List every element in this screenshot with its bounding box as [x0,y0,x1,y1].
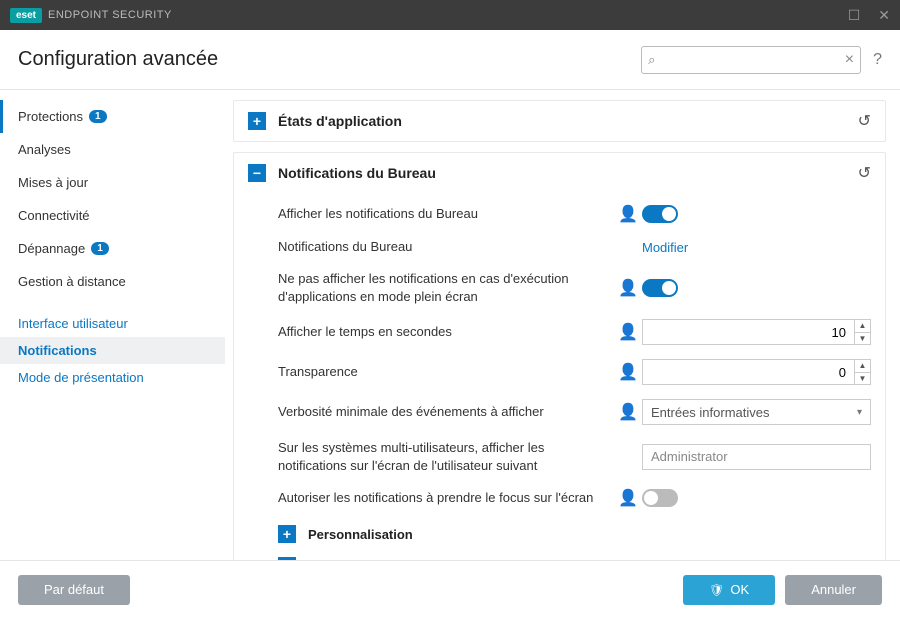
clear-search-icon[interactable]: × [845,51,854,69]
chevron-down-icon: ▾ [857,407,862,418]
maximize-icon[interactable]: ☐ [848,7,861,24]
row-config-notifications: Notifications du Bureau Modifier [278,231,871,263]
verbosity-select[interactable]: Entrées informatives ▾ [642,399,871,425]
window-controls: ☐ ✕ [848,7,890,24]
search-icon: ⌕ [648,52,655,68]
seconds-field[interactable] [643,325,854,340]
brand-logo: eset [10,8,42,23]
subsection-personalization: + Personnalisation [278,515,871,547]
transparency-field[interactable] [643,365,854,380]
cancel-button[interactable]: Annuler [785,575,882,605]
row-focus: Autoriser les notifications à prendre le… [278,481,871,515]
multiuser-input[interactable]: Administrator [642,444,871,470]
input-value: Administrator [651,449,728,464]
row-label: Sur les systèmes multi-utilisateurs, aff… [278,439,608,474]
subsection-forward-email: + Transférer vers l'adresse e-mail [278,547,871,560]
brand-text: ENDPOINT SECURITY [48,9,172,21]
reset-icon[interactable]: ↺ [858,111,871,131]
lock-icon: 👤 [618,488,634,508]
brand: eset ENDPOINT SECURITY [10,8,172,23]
sidebar-sub-label: Notifications [18,343,97,358]
titlebar: eset ENDPOINT SECURITY ☐ ✕ [0,0,900,30]
spin-down-icon[interactable]: ▼ [855,333,870,344]
lock-icon: 👤 [618,402,634,422]
panel-title: Notifications du Bureau [278,165,436,181]
expand-icon[interactable]: + [248,112,266,130]
row-show-notifications: Afficher les notifications du Bureau 👤 [278,197,871,231]
lock-icon: 👤 [618,322,634,342]
subsection-title: Personnalisation [308,527,413,542]
sidebar-sub-label: Interface utilisateur [18,316,128,331]
row-label: Afficher le temps en secondes [278,323,608,341]
toggle-fullscreen[interactable] [642,279,678,297]
sidebar-item-label: Gestion à distance [18,274,126,289]
sidebar-item-label: Analyses [18,142,71,157]
default-button[interactable]: Par défaut [18,575,130,605]
header: Configuration avancée ⌕ × ? [0,30,900,90]
lock-icon: 👤 [618,362,634,382]
ok-button[interactable]: OK [683,575,775,605]
sidebar: Protections 1 Analyses Mises à jour Conn… [0,90,225,560]
close-icon[interactable]: ✕ [878,7,890,24]
sidebar-sub-presentation[interactable]: Mode de présentation [0,364,225,391]
expand-icon[interactable]: + [278,525,296,543]
lock-icon [618,238,634,256]
lock-icon [618,448,634,466]
sidebar-item-label: Protections [18,109,83,124]
row-label: Transparence [278,363,608,381]
row-seconds: Afficher le temps en secondes 👤 ▲▼ [278,312,871,352]
sidebar-sub-label: Mode de présentation [18,370,144,385]
panel-app-states: + États d'application ↺ [233,100,886,142]
spin-up-icon[interactable]: ▲ [855,320,870,332]
sidebar-item-connectivity[interactable]: Connectivité [0,199,225,232]
panel-title: États d'application [278,113,402,129]
row-label: Ne pas afficher les notifications en cas… [278,270,608,305]
sidebar-item-label: Connectivité [18,208,90,223]
row-transparency: Transparence 👤 ▲▼ [278,352,871,392]
panel-desktop-notifications: − Notifications du Bureau ↺ Afficher les… [233,152,886,560]
content[interactable]: + États d'application ↺ − Notifications … [225,90,900,560]
row-label: Autoriser les notifications à prendre le… [278,489,608,507]
toggle-focus[interactable] [642,489,678,507]
row-fullscreen: Ne pas afficher les notifications en cas… [278,263,871,312]
sidebar-sub-ui[interactable]: Interface utilisateur [0,310,225,337]
spin-up-icon[interactable]: ▲ [855,360,870,372]
expand-icon[interactable]: + [278,557,296,560]
badge: 1 [91,242,109,255]
sidebar-item-analyses[interactable]: Analyses [0,133,225,166]
row-label: Afficher les notifications du Bureau [278,205,608,223]
search-wrap: ⌕ × ? [641,46,882,74]
sidebar-item-label: Dépannage [18,241,85,256]
sidebar-item-updates[interactable]: Mises à jour [0,166,225,199]
transparency-input[interactable]: ▲▼ [642,359,871,385]
help-icon[interactable]: ? [873,51,882,69]
subsection-title: Transférer vers l'adresse e-mail [308,559,503,560]
sidebar-item-label: Mises à jour [18,175,88,190]
row-multiuser: Sur les systèmes multi-utilisateurs, aff… [278,432,871,481]
collapse-icon[interactable]: − [248,164,266,182]
lock-icon: 👤 [618,278,634,298]
seconds-input[interactable]: ▲▼ [642,319,871,345]
footer: Par défaut OK Annuler [0,560,900,618]
page-title: Configuration avancée [18,48,218,71]
search-input[interactable] [661,53,838,67]
toggle-show-notifications[interactable] [642,205,678,223]
row-label: Notifications du Bureau [278,238,608,256]
sidebar-item-protections[interactable]: Protections 1 [0,100,225,133]
modify-link[interactable]: Modifier [642,240,688,255]
lock-icon: 👤 [618,204,634,224]
sidebar-item-troubleshoot[interactable]: Dépannage 1 [0,232,225,265]
search-box[interactable]: ⌕ × [641,46,861,74]
spin-down-icon[interactable]: ▼ [855,373,870,384]
sidebar-item-remote[interactable]: Gestion à distance [0,265,225,298]
row-verbosity: Verbosité minimale des événements à affi… [278,392,871,432]
sidebar-sub-notifications[interactable]: Notifications [0,337,225,364]
badge: 1 [89,110,107,123]
reset-icon[interactable]: ↺ [858,163,871,183]
row-label: Verbosité minimale des événements à affi… [278,403,608,421]
select-value: Entrées informatives [651,405,770,420]
